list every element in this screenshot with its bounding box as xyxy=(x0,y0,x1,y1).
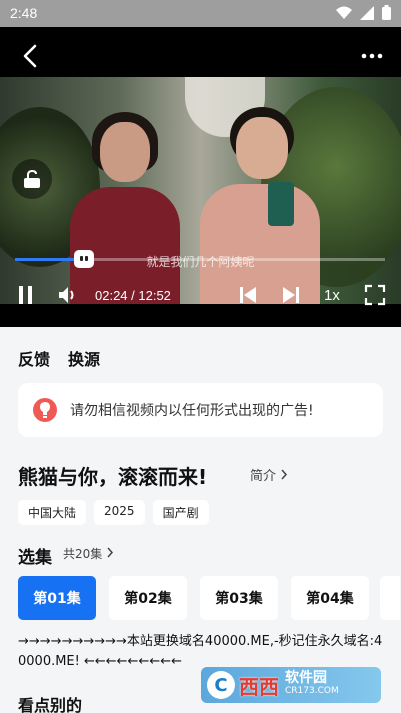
signal-icon xyxy=(360,5,374,20)
domain-notice-text: →→→→→→→→→→本站更换域名40000.ME,-秒记住永久域名:40000.… xyxy=(18,634,383,669)
more-button[interactable] xyxy=(361,47,383,59)
episode-list: 第01集 第02集 第03集 第04集 xyxy=(18,576,369,620)
ad-warning-notice: 请勿相信视频内以任何形式出现的广告! xyxy=(18,383,383,437)
notice-text: 请勿相信视频内以任何形式出现的广告! xyxy=(70,403,314,419)
lightbulb-icon xyxy=(33,398,57,422)
tag-region[interactable]: 中国大陆 xyxy=(18,500,87,525)
episode-button[interactable]: 第04集 xyxy=(291,576,369,620)
intro-link[interactable]: 简介 xyxy=(250,465,288,484)
watermark-name: 软件园 xyxy=(285,670,327,686)
status-bar: 2:48 xyxy=(0,0,401,27)
back-button[interactable] xyxy=(18,43,44,69)
speed-button[interactable]: 1x xyxy=(324,287,340,304)
person-left xyxy=(70,112,180,304)
more-icon xyxy=(361,53,383,59)
episodes-header: 选集 xyxy=(18,548,52,568)
video-player[interactable]: 就是我们几个阿姨呢 02:24 / 12:52 1x xyxy=(0,27,401,327)
wifi-icon xyxy=(336,6,352,19)
skip-next-button[interactable] xyxy=(281,284,301,310)
episode-button[interactable]: 第01集 xyxy=(18,576,96,620)
lock-button[interactable] xyxy=(12,159,52,199)
skip-previous-button[interactable] xyxy=(238,284,258,310)
episodes-count: 共20集 xyxy=(63,547,103,561)
chevron-right-icon xyxy=(107,547,114,558)
recommendations-title: 看点别的 xyxy=(18,696,83,713)
unlock-icon xyxy=(24,169,40,188)
time-display: 02:24 / 12:52 xyxy=(95,288,171,303)
watermark-logo-icon: C xyxy=(207,671,235,699)
pause-icon xyxy=(19,286,32,304)
video-subtitle: 就是我们几个阿姨呢 xyxy=(146,255,255,269)
chevron-right-icon xyxy=(281,469,288,480)
skip-next-icon xyxy=(283,287,299,303)
battery-icon xyxy=(382,5,391,20)
back-icon xyxy=(23,44,37,68)
progress-handle[interactable] xyxy=(74,250,95,268)
status-time: 2:48 xyxy=(10,5,38,21)
episodes-count-link[interactable]: 共20集 xyxy=(63,545,114,562)
intro-label: 简介 xyxy=(250,469,277,484)
tag-year[interactable]: 2025 xyxy=(94,500,145,525)
skip-previous-icon xyxy=(240,287,256,303)
fullscreen-icon xyxy=(364,284,386,306)
detail-panel: 反馈 换源 请勿相信视频内以任何形式出现的广告! 熊猫与你，滚滚而来! 简介 中… xyxy=(0,327,401,713)
action-tabs: 反馈 换源 xyxy=(18,346,100,370)
tab-feedback[interactable]: 反馈 xyxy=(18,346,50,370)
progress-bar[interactable] xyxy=(15,250,385,268)
player-controls: 02:24 / 12:52 1x xyxy=(0,282,401,312)
tag-genre[interactable]: 国产剧 xyxy=(152,500,209,525)
tab-switch-source[interactable]: 换源 xyxy=(68,346,100,370)
person-right xyxy=(200,107,320,304)
watermark-domain: CR173.COM xyxy=(285,686,339,696)
volume-button[interactable] xyxy=(57,284,79,310)
episode-button-partial[interactable] xyxy=(380,576,400,620)
episode-button[interactable]: 第03集 xyxy=(200,576,278,620)
tag-list: 中国大陆 2025 国产剧 xyxy=(18,500,209,525)
show-title: 熊猫与你，滚滚而来! xyxy=(18,465,208,489)
volume-icon xyxy=(59,287,74,303)
fullscreen-button[interactable] xyxy=(364,284,386,310)
episode-button[interactable]: 第02集 xyxy=(109,576,187,620)
site-watermark-logo: C 西西 软件园 CR173.COM xyxy=(201,667,381,703)
pause-button[interactable] xyxy=(16,284,36,310)
watermark-brand: 西西 xyxy=(239,674,279,699)
status-icons xyxy=(336,5,391,20)
